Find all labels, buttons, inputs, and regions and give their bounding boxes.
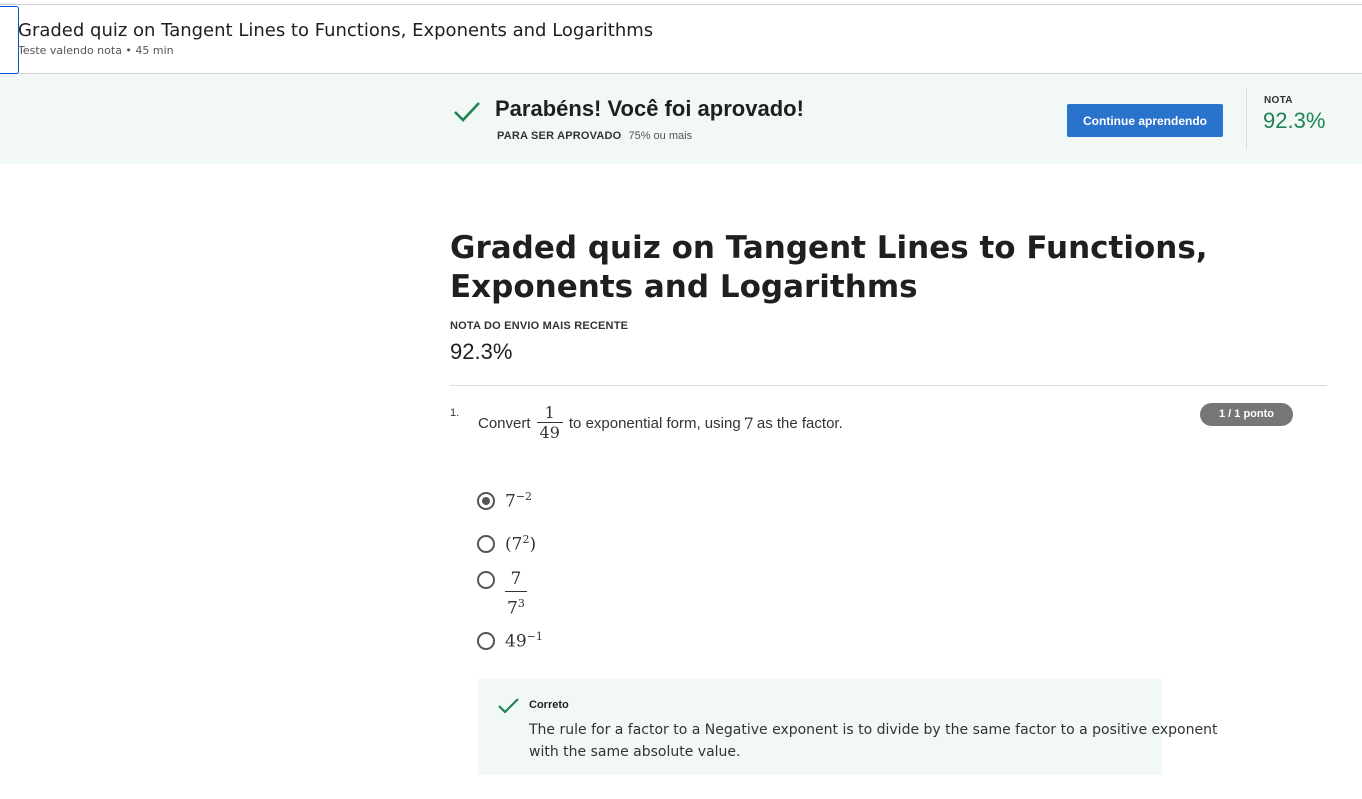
- top-header: Graded quiz on Tangent Lines to Function…: [0, 4, 1362, 74]
- question-number: 1.: [450, 407, 460, 419]
- recent-grade-label: NOTA DO ENVIO MAIS RECENTE: [450, 320, 629, 332]
- points-badge: 1 / 1 ponto: [1200, 403, 1293, 426]
- answer-option-fraction: 7 73: [505, 570, 527, 619]
- banner-divider: [1246, 88, 1247, 150]
- pass-banner: Parabéns! Você foi aprovado! PARA SER AP…: [0, 74, 1362, 164]
- check-icon: [454, 102, 480, 122]
- header-subtitle: Teste valendo nota • 45 min: [18, 44, 174, 57]
- answer-option[interactable]: 7 73: [477, 570, 527, 619]
- page-title: Graded quiz on Tangent Lines to Function…: [450, 230, 1208, 305]
- option-open: (7: [505, 534, 523, 555]
- radio-button[interactable]: [477, 571, 495, 589]
- feedback-text: The rule for a factor to a Negative expo…: [529, 722, 1218, 760]
- option-close: ): [529, 534, 537, 555]
- option-base: 49: [505, 631, 527, 652]
- feedback-status: Correto: [529, 699, 569, 711]
- option-den-exponent: 3: [517, 597, 525, 610]
- answer-option[interactable]: 49−1: [477, 630, 543, 652]
- option-exponent: −2: [515, 490, 533, 503]
- question-fraction: 1 49: [536, 403, 563, 442]
- question-text-before: Convert: [478, 414, 531, 432]
- option-exponent: −1: [526, 630, 543, 643]
- radio-button[interactable]: [477, 534, 495, 553]
- option-denominator: 73: [505, 591, 527, 619]
- pass-requirement: PARA SER APROVADO 75% ou mais: [497, 130, 692, 142]
- answer-option-label: 49−1: [505, 630, 543, 652]
- question-text-after: as the factor.: [756, 414, 843, 432]
- recent-grade-value: 92.3%: [450, 339, 513, 364]
- pass-requirement-label: PARA SER APROVADO: [497, 130, 622, 142]
- pass-requirement-value: 75% ou mais: [628, 130, 693, 142]
- question-text-middle: to exponential form, using: [568, 414, 741, 432]
- answer-option[interactable]: 7−2: [477, 490, 532, 512]
- answer-option[interactable]: (72): [477, 533, 536, 555]
- radio-button-selected[interactable]: [477, 491, 495, 510]
- option-numerator: 7: [510, 569, 522, 589]
- feedback-box: Correto The rule for a factor to a Negat…: [478, 679, 1217, 775]
- grade-value: 92.3%: [1263, 108, 1326, 133]
- back-button[interactable]: [0, 6, 19, 74]
- option-den-base: 7: [507, 598, 518, 619]
- grade-label: NOTA: [1264, 95, 1293, 106]
- pass-message: Parabéns! Você foi aprovado!: [495, 96, 804, 121]
- question-text: Convert 1 49 to exponential form, using …: [478, 401, 843, 445]
- answer-option-label: (72): [505, 533, 536, 555]
- option-base: 7: [505, 491, 516, 512]
- question-fraction-numerator: 1: [544, 403, 555, 422]
- continue-learning-button[interactable]: Continue aprendendo: [1067, 104, 1223, 137]
- divider: [450, 385, 1327, 386]
- check-icon: [498, 698, 519, 714]
- question-fraction-denominator: 49: [536, 422, 563, 442]
- answer-option-label: 7−2: [505, 490, 532, 512]
- radio-button[interactable]: [477, 631, 495, 650]
- header-title: Graded quiz on Tangent Lines to Function…: [18, 20, 654, 41]
- question-factor: 7: [743, 413, 754, 433]
